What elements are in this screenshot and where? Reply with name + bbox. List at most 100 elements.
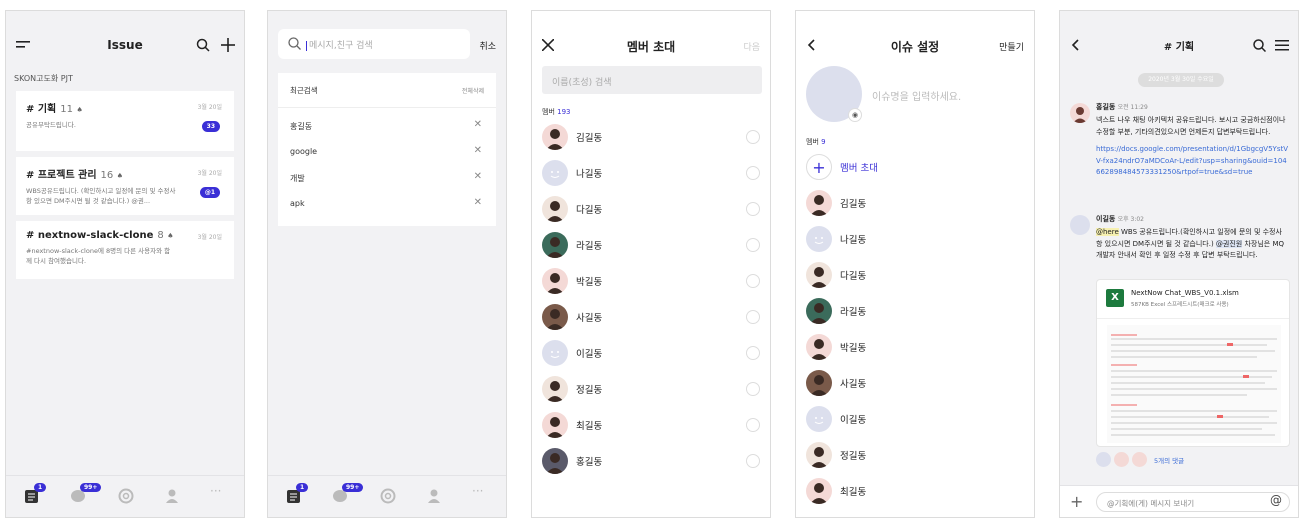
message-text: 넥스트 나우 채팅 아키텍처 공유드립니다. 보시고 궁금하신점이나 수정할 부…: [1096, 116, 1286, 136]
issue-name-input[interactable]: 이슈명을 입력하세요.: [872, 88, 961, 103]
avatar[interactable]: [1070, 103, 1090, 123]
select-checkbox[interactable]: [746, 310, 760, 324]
member-row[interactable]: 나길동: [806, 221, 1034, 257]
remove-icon[interactable]: ✕: [474, 171, 482, 182]
bell-off-icon: ♠: [116, 172, 124, 180]
message-input[interactable]: @기획에(게) 메시지 보내기: [1096, 492, 1290, 512]
member-search-input[interactable]: 이름(초성) 검색: [542, 66, 762, 94]
member-name: 정길동: [576, 385, 603, 396]
search-icon[interactable]: [196, 38, 210, 52]
card-date: 3월 20일: [197, 234, 222, 241]
message-text: @here WBS 공유드립니다.(확인하시고 일정에 문의 및 수정사항 있으…: [1096, 228, 1284, 260]
member-row[interactable]: 사길동: [806, 365, 1034, 401]
mention-badge: @1: [199, 187, 220, 198]
select-checkbox[interactable]: [746, 454, 760, 468]
issue-card[interactable]: # 프로젝트 관리 16 ♠ WBS공유드립니다. (확인하시고 일정에 문의 및…: [16, 157, 234, 215]
remove-icon[interactable]: ✕: [474, 197, 482, 208]
member-row[interactable]: 박길동: [542, 263, 770, 299]
member-row[interactable]: 최길동: [806, 473, 1034, 509]
member-name: 라길동: [576, 241, 603, 252]
select-checkbox[interactable]: [746, 382, 760, 396]
card-desc: #nextnow-slack-clone에 8명의 다른 사용자와 함께 다시 …: [26, 247, 171, 266]
avatar: [806, 226, 832, 252]
chat-tab-badge: 99+: [80, 483, 102, 492]
camera-icon[interactable]: ◉: [848, 108, 862, 122]
avatar: [806, 334, 832, 360]
next-button[interactable]: 다음: [743, 40, 760, 53]
at-icon[interactable]: @: [1270, 493, 1282, 507]
issue-tab-icon[interactable]: 1: [286, 483, 309, 506]
avatar[interactable]: [1070, 215, 1090, 235]
tab-bar: 1 99+ ···: [6, 475, 244, 517]
chat-tab-icon[interactable]: 99+: [70, 483, 102, 506]
recent-item[interactable]: 홍길동: [290, 121, 312, 132]
select-checkbox[interactable]: [746, 238, 760, 252]
member-row[interactable]: 사길동: [542, 299, 770, 335]
create-button[interactable]: 만들기: [999, 40, 1024, 53]
recent-item[interactable]: 개발: [290, 173, 305, 184]
mention-tab-icon[interactable]: [118, 488, 136, 506]
member-row[interactable]: 정길동: [806, 437, 1034, 473]
avatar: [806, 298, 832, 324]
plus-icon[interactable]: +: [1070, 492, 1083, 511]
select-checkbox[interactable]: [746, 130, 760, 144]
composer: + @기획에(게) 메시지 보내기 @: [1060, 485, 1298, 517]
chat-tab-icon[interactable]: 99+: [332, 483, 364, 506]
bell-icon: ♠: [76, 106, 83, 114]
message-link[interactable]: https://docs.google.com/presentation/d/1…: [1096, 144, 1288, 179]
recent-item[interactable]: apk: [290, 199, 305, 208]
select-checkbox[interactable]: [746, 274, 760, 288]
cancel-button[interactable]: 취소: [479, 39, 496, 52]
member-row[interactable]: 최길동: [542, 407, 770, 443]
mention-tab-icon[interactable]: [380, 488, 398, 506]
recent-search-panel: 최근검색 전체삭제 홍길동 ✕ google ✕ 개발 ✕ apk ✕: [278, 73, 496, 226]
avatar: [542, 196, 568, 222]
select-checkbox[interactable]: [746, 166, 760, 180]
profile-tab-icon[interactable]: [164, 488, 182, 506]
member-row[interactable]: 다길동: [806, 257, 1034, 293]
member-row[interactable]: 라길동: [806, 293, 1034, 329]
avatar: [542, 124, 568, 150]
mention-user[interactable]: @권진원: [1215, 239, 1243, 248]
issue-tab-icon[interactable]: 1: [24, 483, 47, 506]
issue-card[interactable]: # nextnow-slack-clone 8 ♠ #nextnow-slack-…: [16, 221, 234, 279]
search-icon[interactable]: [1253, 39, 1266, 52]
member-row[interactable]: 이길동: [542, 335, 770, 371]
clear-all-button[interactable]: 전체삭제: [462, 86, 484, 95]
date-divider: 2020년 3월 30일 수요일: [1138, 73, 1224, 87]
select-checkbox[interactable]: [746, 418, 760, 432]
issue-tab-badge: 1: [34, 483, 47, 492]
add-icon[interactable]: [221, 38, 235, 52]
mention-here[interactable]: @here: [1096, 228, 1119, 236]
search-input[interactable]: 메시지,친구 검색: [278, 29, 470, 59]
member-row[interactable]: 정길동: [542, 371, 770, 407]
member-row[interactable]: 김길동: [542, 119, 770, 155]
select-checkbox[interactable]: [746, 346, 760, 360]
member-name: 나길동: [576, 169, 603, 180]
menu-icon[interactable]: [1275, 39, 1289, 51]
avatar: [542, 232, 568, 258]
file-attachment[interactable]: X NextNow Chat_WBS_V0.1.xlsm 587KB Excel…: [1096, 279, 1290, 447]
member-row[interactable]: 이길동: [806, 401, 1034, 437]
select-checkbox[interactable]: [746, 202, 760, 216]
remove-icon[interactable]: ✕: [474, 145, 482, 156]
issue-card[interactable]: # 기획 11 ♠ 공유부탁드립니다. 3월 20일 33: [16, 91, 234, 151]
more-tab-icon[interactable]: ···: [210, 484, 228, 502]
member-row[interactable]: 라길동: [542, 227, 770, 263]
member-row[interactable]: 홍길동: [542, 443, 770, 479]
invite-member-button[interactable]: + 멤버 초대: [806, 149, 1034, 185]
member-row[interactable]: 박길동: [806, 329, 1034, 365]
member-row[interactable]: 김길동: [806, 185, 1034, 221]
reply-summary[interactable]: 5개의 댓글: [1096, 452, 1184, 467]
member-name: 이길동: [576, 349, 603, 360]
member-name: 정길동: [840, 451, 867, 462]
file-preview: [1097, 318, 1289, 446]
remove-icon[interactable]: ✕: [474, 119, 482, 130]
sender-name: 이길동: [1096, 215, 1116, 223]
member-row[interactable]: 나길동: [542, 155, 770, 191]
profile-tab-icon[interactable]: [426, 488, 444, 506]
message: 이길동 오후 3:02 @here WBS 공유드립니다.(확인하시고 일정에 …: [1096, 214, 1288, 262]
more-tab-icon[interactable]: ···: [472, 484, 490, 502]
recent-item[interactable]: google: [290, 147, 317, 156]
member-row[interactable]: 다길동: [542, 191, 770, 227]
